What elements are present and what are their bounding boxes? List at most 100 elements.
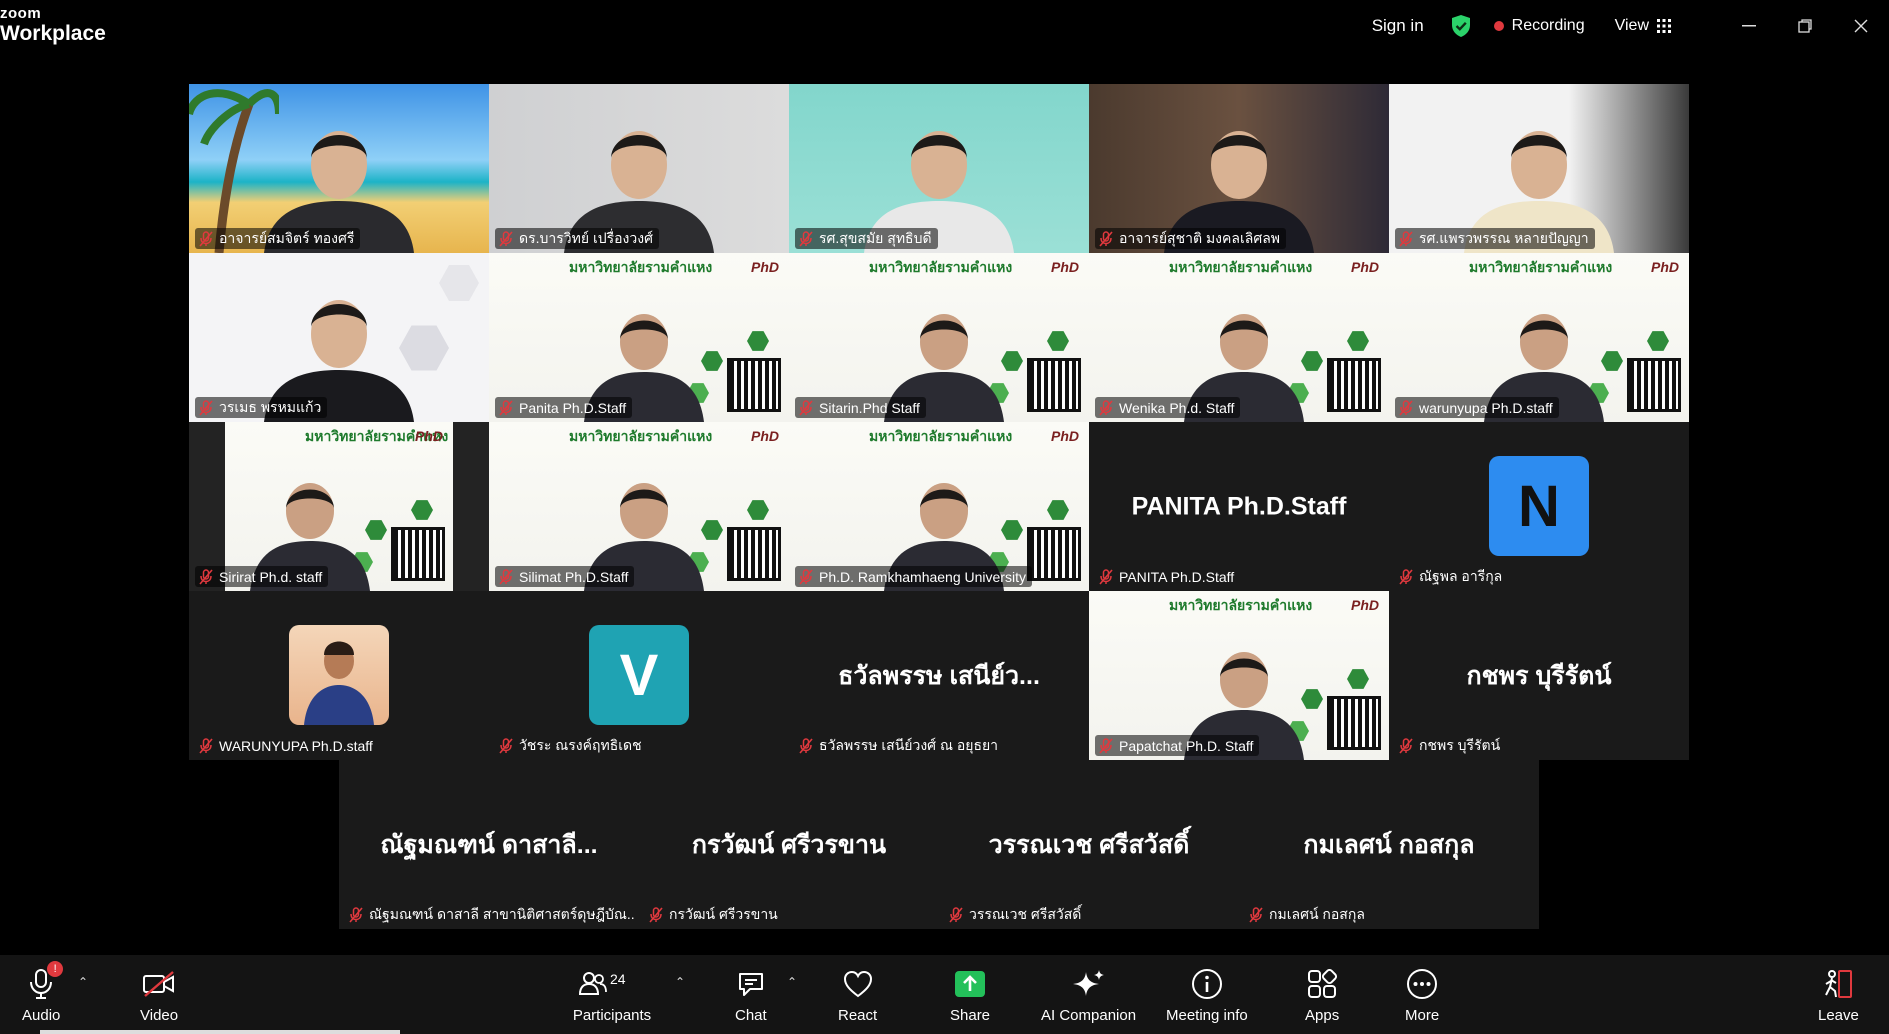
participant-tile[interactable]: N ณัฐพล อารีกุล <box>1389 422 1689 591</box>
logo-zoom-text: zoom <box>0 5 42 22</box>
ai-companion-label: AI Companion <box>1041 1007 1137 1024</box>
background-hexagon <box>439 265 479 301</box>
participant-display-name: ธวัลพรรษ เสนีย์ว... <box>838 661 1040 690</box>
slide-phd-logo: PhD <box>1651 259 1679 275</box>
participant-nameplate: ธวัลพรรษ เสนีย์วงศ์ ณ อยุธยา <box>795 735 1004 756</box>
participant-name: Wenika Ph.d. Staff <box>1119 399 1235 416</box>
slide-hexagon <box>1047 331 1069 351</box>
close-window-button[interactable] <box>1833 0 1889 52</box>
participant-nameplate: ณัฐพล อารีกุล <box>1395 566 1508 587</box>
participant-name: วัชระ ณรงค์ฤทธิเดช <box>519 736 642 753</box>
participant-name: Panita Ph.D.Staff <box>519 399 627 416</box>
apps-button[interactable]: Apps <box>1305 967 1339 1024</box>
participant-tile[interactable]: มหาวิทยาลัยรามคำแหง PhD Sitarin.Phd Staff <box>789 253 1089 422</box>
participant-nameplate: Ph.D. Ramkhamhaeng University <box>795 566 1032 587</box>
view-button[interactable]: View <box>1615 17 1671 35</box>
muted-mic-icon <box>499 399 513 416</box>
muted-mic-icon <box>799 399 813 416</box>
participant-display-name: ณัฐมณฑน์ ดาสาลี... <box>380 830 598 859</box>
participant-tile[interactable]: ดร.บารวิทย์ เปรื่องวงศ์ <box>489 84 789 253</box>
participant-nameplate: กรวัฒน์ ศรีวรขาน <box>645 904 784 925</box>
share-screen-icon <box>955 971 986 997</box>
slide-header-text: มหาวิทยาลัยรามคำแหง <box>569 428 713 444</box>
slide-hexagon <box>1047 500 1069 520</box>
logo-workplace-text: Workplace <box>0 22 106 45</box>
meeting-info-label: Meeting info <box>1166 1007 1248 1024</box>
audio-label: Audio <box>22 1007 61 1024</box>
muted-mic-icon <box>1399 568 1413 585</box>
slide-phd-logo: PhD <box>1051 428 1079 444</box>
participant-name: รศ.แพรวพรรณ หลายปัญญา <box>1419 229 1589 246</box>
participant-tile[interactable]: กมเลศน์ กอสกุล กมเลศน์ กอสกุล <box>1239 760 1539 929</box>
participant-tile[interactable]: วรเมธ พรหมแก้ว <box>189 253 489 422</box>
participant-tile[interactable]: มหาวิทยาลัยรามคำแหง PhD Ph.D. Ramkhamhaeng… <box>789 422 1089 591</box>
audio-options-caret-icon[interactable]: ⌃ <box>78 975 88 989</box>
participant-nameplate: วัชระ ณรงค์ฤทธิเดช <box>495 735 648 756</box>
participant-tile[interactable]: ณัฐมณฑน์ ดาสาลี... ณัฐมณฑน์ ดาสาลี สาขานิ… <box>339 760 639 929</box>
participant-tile[interactable]: มหาวิทยาลัยรามคำแหง PhD Wenika Ph.d. Staff <box>1089 253 1389 422</box>
participant-tile[interactable]: WARUNYUPA Ph.D.staff <box>189 591 489 760</box>
recording-indicator[interactable]: Recording <box>1493 17 1585 35</box>
slide-hexagon <box>411 500 433 520</box>
participants-button[interactable]: 24 Participants <box>572 967 652 1024</box>
muted-mic-icon <box>1249 906 1263 923</box>
close-icon <box>1854 19 1868 33</box>
participant-name: Sirirat Ph.d. staff <box>219 568 323 585</box>
chat-button[interactable]: Chat <box>735 967 767 1024</box>
participant-nameplate: Panita Ph.D.Staff <box>495 397 633 418</box>
muted-mic-icon <box>1099 230 1113 247</box>
leave-label: Leave <box>1818 1007 1859 1024</box>
title-bar: zoom Workplace Sign in Recording View <box>0 0 1889 54</box>
participant-name: กรวัฒน์ ศรีวรขาน <box>669 905 778 922</box>
react-button[interactable]: React <box>838 967 877 1024</box>
participant-tile[interactable]: มหาวิทยาลัยรามคำแหง PhD warunyupa Ph.D.sta… <box>1389 253 1689 422</box>
participant-tile[interactable]: รศ.สุขสมัย สุทธิบดี <box>789 84 1089 253</box>
participant-tile[interactable]: วรรณเวช ศรีสวัสดิ์ วรรณเวช ศรีสวัสดิ์ <box>939 760 1239 929</box>
muted-mic-icon <box>349 906 363 923</box>
recording-label: Recording <box>1511 17 1585 34</box>
share-button[interactable]: Share <box>950 967 990 1024</box>
view-label: View <box>1614 17 1649 34</box>
participants-options-caret-icon[interactable]: ⌃ <box>675 975 685 989</box>
more-button[interactable]: More <box>1405 967 1439 1024</box>
muted-mic-icon <box>199 230 213 247</box>
meeting-info-button[interactable]: Meeting info <box>1166 967 1248 1024</box>
participant-tile[interactable]: มหาวิทยาลัยรามคำแหง PhD Panita Ph.D.Staff <box>489 253 789 422</box>
muted-mic-icon <box>199 737 213 754</box>
leave-door-icon <box>1825 970 1853 998</box>
minimize-icon <box>1742 25 1756 27</box>
restore-button[interactable] <box>1777 0 1833 52</box>
leave-button[interactable]: Leave <box>1818 967 1859 1024</box>
participant-tile[interactable]: มหาวิทยาลัยรามคำแหง PhD Silimat Ph.D.Staff <box>489 422 789 591</box>
restore-icon <box>1798 19 1812 33</box>
participant-tile[interactable]: กรวัฒน์ ศรีวรขาน กรวัฒน์ ศรีวรขาน <box>639 760 939 929</box>
participant-name: วรรณเวช ศรีสวัสดิ์ <box>969 905 1082 922</box>
qr-code <box>1627 358 1681 412</box>
video-button[interactable]: Video <box>140 967 178 1024</box>
participant-tile[interactable]: PANITA Ph.D.Staff PANITA Ph.D.Staff <box>1089 422 1389 591</box>
participant-name: อาจารย์สุชาติ มงคลเลิศลพ <box>1119 229 1281 246</box>
minimize-button[interactable] <box>1721 0 1777 52</box>
participant-tile[interactable]: รศ.แพรวพรรณ หลายปัญญา <box>1389 84 1689 253</box>
participant-tile[interactable]: อาจารย์สมจิตร์ ทองศรี <box>189 84 489 253</box>
slide-phd-logo: PhD <box>751 428 779 444</box>
participant-tile[interactable]: มหาวิทยาลัยรามคำแหง PhD Sirirat Ph.d. staf… <box>189 422 489 591</box>
ai-companion-button[interactable]: AI Companion <box>1041 967 1136 1024</box>
muted-mic-icon <box>799 737 813 754</box>
participant-tile[interactable]: V วัชระ ณรงค์ฤทธิเดช <box>489 591 789 760</box>
audio-button[interactable]: ! Audio <box>22 961 64 1024</box>
participant-tile[interactable]: ธวัลพรรษ เสนีย์ว... ธวัลพรรษ เสนีย์วงศ์ ณ… <box>789 591 1089 760</box>
muted-mic-icon <box>499 230 513 247</box>
slide-header-text: มหาวิทยาลัยรามคำแหง <box>869 428 1013 444</box>
muted-mic-icon <box>1099 737 1113 754</box>
apps-icon <box>1308 969 1338 998</box>
participant-tile[interactable]: กชพร บุรีรัตน์ กชพร บุรีรัตน์ <box>1389 591 1689 760</box>
participant-nameplate: อาจารย์สมจิตร์ ทองศรี <box>195 228 361 249</box>
heart-icon <box>843 970 872 998</box>
encryption-shield-icon[interactable] <box>1450 14 1472 38</box>
chat-options-caret-icon[interactable]: ⌃ <box>787 975 797 989</box>
sign-in-button[interactable]: Sign in <box>1372 16 1424 36</box>
participant-name: WARUNYUPA Ph.D.staff <box>219 737 373 754</box>
participant-tile[interactable]: มหาวิทยาลัยรามคำแหง PhD Papatchat Ph.D. St… <box>1089 591 1389 760</box>
participant-tile[interactable]: อาจารย์สุชาติ มงคลเลิศลพ <box>1089 84 1389 253</box>
